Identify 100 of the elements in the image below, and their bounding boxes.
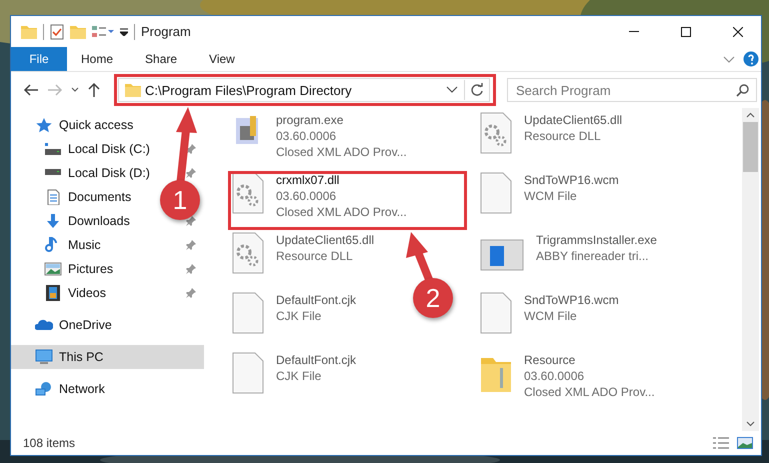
- refresh-icon: [470, 83, 484, 97]
- up-arrow-icon: [87, 82, 101, 98]
- gear-file-icon: [232, 232, 264, 274]
- file-item[interactable]: DefaultFont.cjk CJK File: [232, 292, 356, 334]
- sidebar-item[interactable]: Music: [11, 233, 204, 257]
- large-icons-view-icon[interactable]: [737, 437, 753, 449]
- folder-icon: [21, 24, 37, 38]
- file-detail: Closed XML ADO Prov...: [276, 144, 407, 160]
- file-name: DefaultFont.cjk: [276, 352, 356, 368]
- download-icon: [44, 213, 62, 229]
- sidebar-item[interactable]: Quick access: [11, 113, 142, 137]
- ribbon-tab[interactable]: Share: [131, 47, 192, 71]
- sidebar-label: This PC: [59, 350, 104, 364]
- chevron-down-icon[interactable]: [446, 86, 458, 94]
- scroll-thumb[interactable]: [743, 122, 758, 172]
- ribbon-tab[interactable]: File: [11, 47, 67, 71]
- blank-file-icon: [232, 292, 264, 334]
- file-name: program.exe: [276, 112, 344, 128]
- picture-icon: [44, 261, 62, 277]
- file-name: Resource: [524, 352, 576, 368]
- maximize-icon: [681, 26, 691, 36]
- file-name: TrigrammsInstaller.exe: [536, 232, 657, 248]
- file-detail: ABBY finereader tri...: [536, 248, 650, 264]
- blank-file-icon: [480, 292, 512, 334]
- file-detail: 03.60.0006: [276, 188, 338, 204]
- file-detail: Resource DLL: [524, 128, 602, 144]
- sidebar-item[interactable]: Pictures: [11, 257, 204, 281]
- pin-icon[interactable]: [186, 144, 196, 154]
- pin-icon[interactable]: [186, 168, 196, 178]
- ribbon-tab[interactable]: View: [195, 47, 249, 71]
- folder-icon: [125, 83, 141, 97]
- sidebar-label: Local Disk (C:): [68, 142, 150, 156]
- item-count: 108 items: [23, 436, 76, 450]
- search-icon: [736, 83, 750, 97]
- pin-icon[interactable]: [186, 216, 196, 226]
- sidebar-label: Local Disk (D:): [68, 166, 150, 180]
- file-item[interactable]: Resource 03.60.0006 Closed XML ADO Prov...: [480, 352, 655, 400]
- file-name: DefaultFont.cjk: [276, 292, 356, 308]
- file-name: SndToWP16.wcm: [524, 172, 619, 188]
- sidebar-label: Downloads: [68, 214, 130, 228]
- drive-icon: [44, 169, 62, 177]
- blank-file-icon: [480, 172, 512, 214]
- sidebar-item[interactable]: Network: [11, 377, 113, 401]
- file-name: SndToWP16.wcm: [524, 292, 619, 308]
- sidebar-label: Quick access: [59, 118, 134, 132]
- pin-icon[interactable]: [186, 264, 196, 274]
- file-name: crxmlx07.dll: [276, 172, 340, 188]
- file-item[interactable]: TrigrammsInstaller.exe ABBY finereader tri...: [480, 232, 657, 274]
- file-item[interactable]: UpdateClient65.dll Resource DLL: [232, 232, 374, 274]
- file-detail: WCM File: [524, 308, 578, 324]
- file-item[interactable]: UpdateClient65.dll Resource DLL: [480, 112, 622, 154]
- minimize-icon: [629, 31, 639, 32]
- file-item[interactable]: DefaultFont.cjk CJK File: [232, 352, 356, 394]
- cloud-icon: [35, 317, 53, 333]
- file-name: UpdateClient65.dll: [524, 112, 622, 128]
- file-detail: CJK File: [276, 308, 322, 324]
- file-item[interactable]: SndToWP16.wcm WCM File: [480, 292, 619, 334]
- file-item[interactable]: SndToWP16.wcm WCM File: [480, 172, 619, 214]
- window-title: Program: [141, 24, 192, 39]
- sidebar-item[interactable]: This PC: [11, 345, 204, 369]
- address-bar[interactable]: C:\Program Files\Program Directory: [118, 78, 490, 102]
- search-box[interactable]: Search Program: [507, 78, 757, 102]
- sidebar-item[interactable]: OneDrive: [11, 313, 120, 337]
- file-name: UpdateClient65.dll: [276, 232, 374, 248]
- file-item[interactable]: program.exe 03.60.0006 Closed XML ADO Prov...: [232, 112, 407, 160]
- drive-icon: [44, 141, 62, 157]
- properties-icon[interactable]: [92, 24, 114, 38]
- sidebar-item[interactable]: Documents: [11, 185, 156, 209]
- network-icon: [35, 381, 53, 397]
- pin-icon[interactable]: [186, 240, 196, 250]
- sidebar-item[interactable]: Videos: [11, 281, 204, 305]
- sidebar-label: Pictures: [68, 262, 114, 276]
- file-item[interactable]: crxmlx07.dll 03.60.0006 Closed XML ADO Prov...: [232, 172, 407, 220]
- caret-icon[interactable]: [120, 28, 128, 36]
- file-detail: Resource DLL: [276, 248, 354, 264]
- blank-file-icon: [232, 352, 264, 394]
- scrollbar[interactable]: [742, 108, 759, 431]
- file-detail: CJK File: [276, 368, 322, 384]
- ribbon-tab[interactable]: Home: [67, 47, 128, 71]
- file-detail: 03.60.0006: [524, 368, 586, 384]
- checklist-icon[interactable]: [50, 24, 64, 40]
- file-detail: 03.60.0006: [276, 128, 338, 144]
- monitor-icon: [35, 349, 53, 365]
- forward-arrow-icon: [47, 83, 63, 97]
- film-icon: [44, 285, 62, 301]
- gear-file-icon: [480, 112, 512, 154]
- sidebar-label: Network: [59, 382, 105, 396]
- sidebar-item[interactable]: Local Disk (C:): [11, 137, 204, 161]
- file-detail: WCM File: [524, 188, 578, 204]
- details-view-icon[interactable]: [713, 437, 729, 449]
- back-arrow-icon: [23, 83, 39, 97]
- sidebar-label: Music: [68, 238, 101, 252]
- star-icon: [35, 117, 53, 133]
- sidebar-label: OneDrive: [59, 318, 112, 332]
- file-detail: Closed XML ADO Prov...: [524, 384, 655, 400]
- pin-icon[interactable]: [186, 288, 196, 298]
- close-icon: [733, 26, 743, 36]
- gear-file-icon: [232, 172, 264, 214]
- sidebar-label: Videos: [68, 286, 106, 300]
- new-folder-icon: [70, 24, 86, 38]
